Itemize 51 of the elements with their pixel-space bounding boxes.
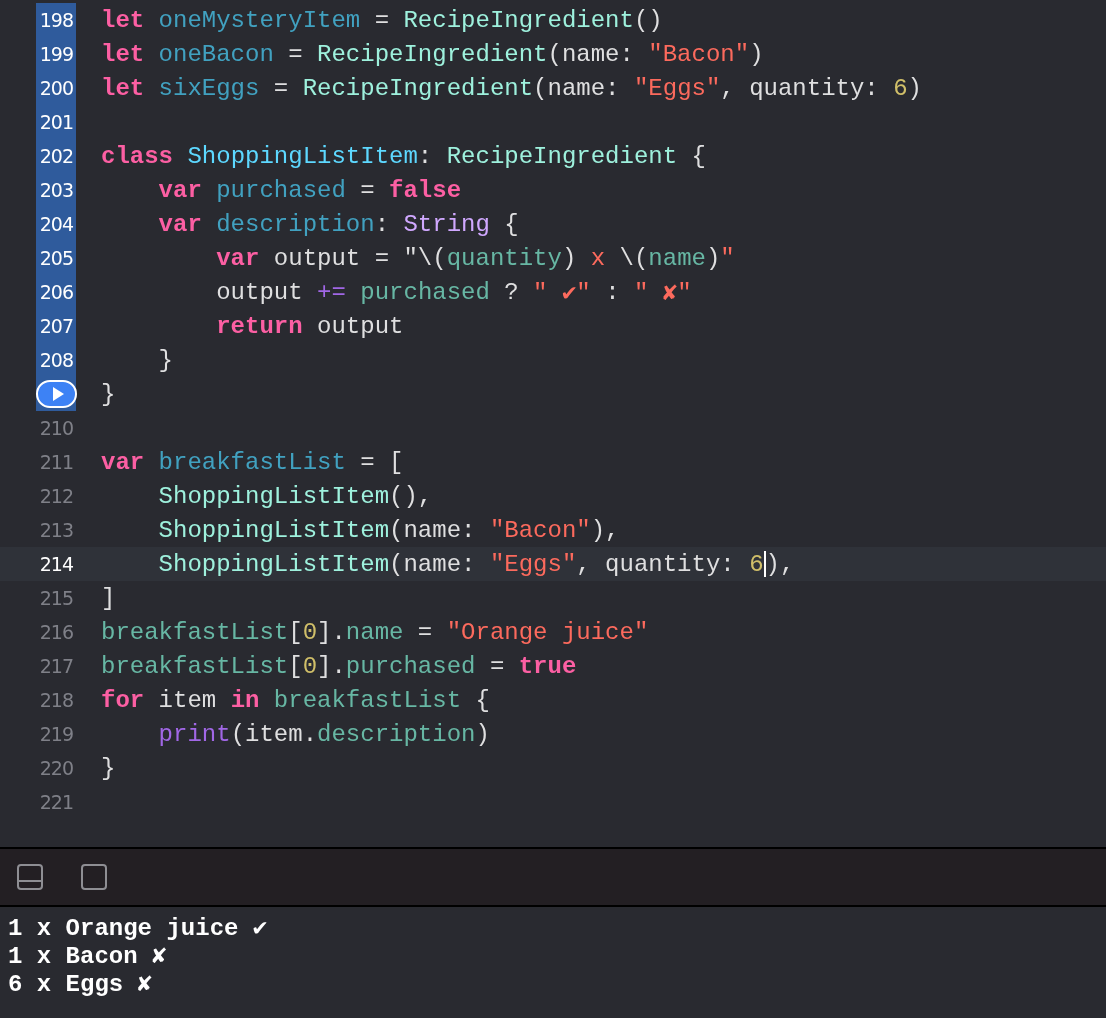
code-line: } [101,753,116,784]
code-line: for item in breakfastList { [101,685,490,716]
line-number: 218 [39,689,73,711]
code-line: } [101,379,116,410]
code-line: ShoppingListItem(name: "Bacon"), [157,515,620,546]
line-number: 212 [39,485,73,507]
code-line: var output = "\(quantity) x \(name)" [215,243,735,274]
line-number: 213 [39,519,73,541]
line-number: 199 [39,43,73,65]
line-number: 208 [39,349,73,371]
code-line: var description: String { [157,209,519,240]
code-line: return output [215,311,404,342]
code-line: var breakfastList = [ [101,447,404,478]
panel-bottom-icon[interactable] [17,864,43,890]
line-number: 204 [39,213,73,235]
code-line: print(item.description) [157,719,490,750]
line-number: 214 [39,553,73,575]
code-line: breakfastList[0].purchased = true [101,651,577,682]
panel-icon[interactable] [81,864,107,890]
line-number: 221 [39,791,73,813]
code-line: ShoppingListItem(name: "Eggs", quantity: 6), [157,549,795,580]
line-number: 203 [39,179,73,201]
code-line: class ShoppingListItem: RecipeIngredient { [101,141,706,172]
line-number: 207 [39,315,73,337]
line-number: 202 [39,145,73,167]
line-number: 215 [39,587,73,609]
line-number: 219 [39,723,73,745]
console-output-line: 6 x Eggs ✘ [8,971,154,999]
line-number: 201 [39,111,73,133]
code-line: output += purchased ? " ✔" : " ✘" [215,277,692,309]
code-line: ShoppingListItem(), [157,481,433,512]
line-number: 211 [39,451,73,473]
line-number: 198 [39,9,73,31]
code-line: let oneMysteryItem = RecipeIngredient() [101,5,663,36]
code-line: let oneBacon = RecipeIngredient(name: "Bacon") [101,39,764,70]
code-line: } [157,345,173,376]
line-number: 220 [39,757,73,779]
play-icon [52,387,64,401]
console-output-line: 1 x Orange juice ✔ [8,915,269,943]
line-number: 206 [39,281,73,303]
line-number: 200 [39,77,73,99]
line-number: 217 [39,655,73,677]
line-number: 216 [39,621,73,643]
line-number: 210 [39,417,73,439]
run-button[interactable] [36,380,77,408]
line-number: 205 [39,247,73,269]
code-line: var purchased = false [157,175,462,206]
code-line: breakfastList[0].name = "Orange juice" [101,617,649,648]
code-line: let sixEggs = RecipeIngredient(name: "Eggs", quantity: 6) [101,73,922,104]
console-output-line: 1 x Bacon ✘ [8,943,168,971]
code-line: ] [101,583,116,614]
